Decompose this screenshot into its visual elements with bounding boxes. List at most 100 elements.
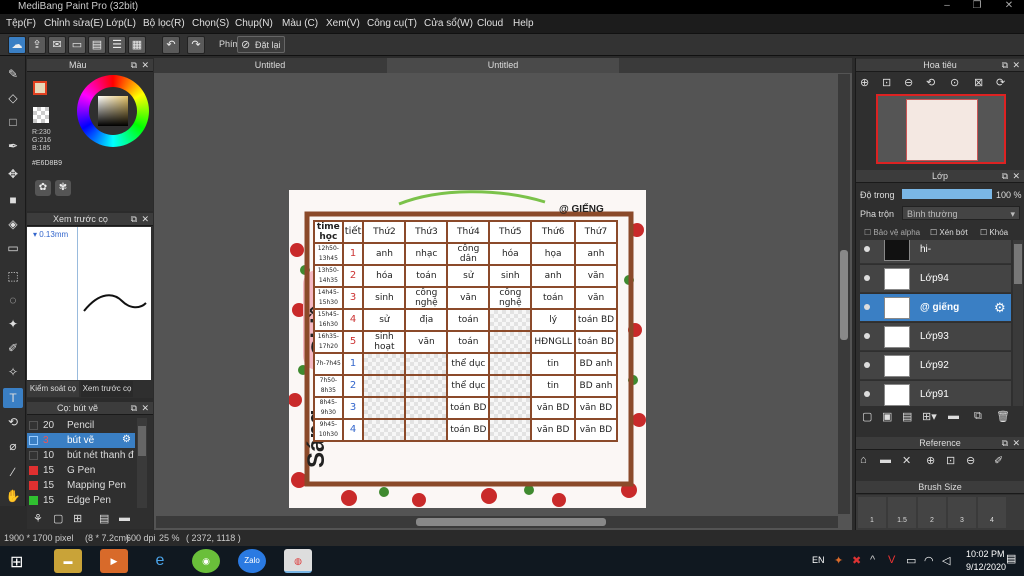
grid-icon[interactable]: ▦ xyxy=(128,36,146,54)
transparent-swatch[interactable] xyxy=(33,107,49,123)
lock-checkbox[interactable]: ☐ Khóa xyxy=(980,228,1008,237)
close-icon[interactable]: ✕ xyxy=(141,402,149,415)
detach-icon[interactable]: ⧉ xyxy=(131,213,137,226)
select-pen-icon[interactable]: ✐ xyxy=(3,338,23,358)
reset-button[interactable]: ⊘ Đặt lại xyxy=(237,36,285,53)
close-reference-icon[interactable]: ✕ xyxy=(902,454,911,467)
tab-brush-preview[interactable]: Xem trước cọ xyxy=(81,381,133,397)
duplicate-layer-icon[interactable]: ⧉ xyxy=(974,410,982,423)
file-explorer-icon[interactable]: ▬ xyxy=(54,549,82,573)
menu-filter[interactable]: Bộ lọc(R) xyxy=(143,18,185,29)
menu-tools[interactable]: Công cụ(T) xyxy=(367,18,417,29)
gradient-tool-icon[interactable]: ▭ xyxy=(3,238,23,258)
magic-wand-icon[interactable]: ✦ xyxy=(3,314,23,334)
eyedropper-icon[interactable]: ⌀ xyxy=(3,436,23,456)
tray-expand-icon[interactable]: ^ xyxy=(870,554,875,566)
brush-size-option[interactable]: 4 xyxy=(978,497,1006,528)
layer-item[interactable]: hi- xyxy=(860,240,1011,264)
zoom-in-icon[interactable]: ⊕ xyxy=(926,454,935,467)
media-player-icon[interactable]: ▶ xyxy=(100,549,128,573)
rotate-left-icon[interactable]: ⟲ xyxy=(926,76,935,89)
layer-item-selected[interactable]: @ giếng ⚙ xyxy=(860,294,1011,322)
close-icon[interactable]: ✕ xyxy=(141,59,149,72)
hscroll-thumb[interactable] xyxy=(416,518,606,526)
medibang-icon[interactable]: ◍ xyxy=(284,549,312,573)
maximize-button[interactable]: ❐ xyxy=(962,0,992,14)
detach-icon[interactable]: ⧉ xyxy=(131,402,137,415)
brush-item[interactable]: 15 G Pen xyxy=(27,463,135,478)
operation-tool-icon[interactable]: ⟲ xyxy=(3,412,23,432)
add-layer-menu-icon[interactable]: ⊞▾ xyxy=(922,410,937,423)
brush-size-option[interactable]: 2 xyxy=(918,497,946,528)
document-canvas[interactable]: @ GIẾNG Chiều Sáng time họctiếtThứ2Thứ3T… xyxy=(289,190,646,508)
protect-alpha-checkbox[interactable]: ☐ Bảo vệ alpha xyxy=(864,228,920,237)
brush-item[interactable]: 10 bút nét thanh đ xyxy=(27,448,135,463)
tab-untitled-2[interactable]: Untitled xyxy=(387,58,619,73)
detach-icon[interactable]: ⧉ xyxy=(1002,437,1008,450)
move-tool-icon[interactable]: ✥ xyxy=(3,164,23,184)
eye-icon[interactable] xyxy=(864,246,870,252)
tray-warning-icon[interactable]: ✖ xyxy=(852,554,861,567)
brush-settings-icon[interactable]: ▤ xyxy=(99,512,109,525)
close-icon[interactable]: ✕ xyxy=(141,213,149,226)
palette-icon[interactable]: ✿ xyxy=(35,180,51,196)
eye-icon[interactable] xyxy=(864,275,870,281)
menu-color[interactable]: Màu (C) xyxy=(282,18,318,29)
windows-start-icon[interactable]: ⊞ xyxy=(10,552,23,572)
menu-select[interactable]: Chọn(S) xyxy=(192,18,229,29)
tray-v-icon[interactable]: V xyxy=(888,554,895,566)
coccoc-browser-icon[interactable]: ◉ xyxy=(192,549,220,573)
scroll-thumb[interactable] xyxy=(138,426,146,456)
minimize-button[interactable]: – xyxy=(932,0,962,14)
blend-select[interactable]: Bình thường ▾ xyxy=(902,206,1020,220)
layer-scrollbar[interactable] xyxy=(1013,240,1023,406)
detach-icon[interactable]: ⧉ xyxy=(1002,170,1008,183)
tab-brush-control[interactable]: Kiểm soát cọ xyxy=(27,381,79,397)
vscroll-thumb[interactable] xyxy=(840,250,848,340)
detach-icon[interactable]: ⧉ xyxy=(131,59,137,72)
canvas-hscroll[interactable] xyxy=(156,516,838,528)
chat-icon[interactable]: ▭ xyxy=(68,36,86,54)
palette-add-icon[interactable]: ✾ xyxy=(55,180,71,196)
close-icon[interactable]: ✕ xyxy=(1012,437,1020,450)
pen-tool-icon[interactable]: ✒ xyxy=(3,136,23,156)
fit-icon[interactable]: ⊡ xyxy=(946,454,955,467)
menu-file[interactable]: Tệp(F) xyxy=(6,18,36,29)
brush-item[interactable]: 15 Mapping Pen xyxy=(27,478,135,493)
menu-view[interactable]: Xem(V) xyxy=(326,18,360,29)
zoom-out-icon[interactable]: ⊖ xyxy=(904,76,913,89)
bucket-tool-icon[interactable]: ◈ xyxy=(3,214,23,234)
menu-window[interactable]: Cửa sổ(W) xyxy=(424,18,473,29)
layer-item[interactable]: Lớp91 xyxy=(860,381,1011,406)
eye-icon[interactable] xyxy=(864,304,870,310)
menu-cloud[interactable]: Cloud xyxy=(477,18,503,29)
wifi-icon[interactable]: ◠ xyxy=(924,554,934,567)
brush-item[interactable]: 20 Pencil xyxy=(27,418,135,433)
rect-fill-tool-icon[interactable]: ■ xyxy=(3,190,23,210)
list-icon[interactable]: ☰ xyxy=(108,36,126,54)
brush-size-option[interactable]: 1 xyxy=(858,497,886,528)
menu-edit[interactable]: Chỉnh sửa(E) xyxy=(44,18,104,29)
redo-icon[interactable]: ↷ xyxy=(187,36,205,54)
select-rect-icon[interactable]: ⬚ xyxy=(3,266,23,286)
shape-tool-icon[interactable]: □ xyxy=(3,112,23,132)
volume-icon[interactable]: ◁ xyxy=(942,554,950,567)
clock-date[interactable]: 9/12/2020 xyxy=(966,562,1006,572)
delete-layer-icon[interactable]: 🗑 xyxy=(996,410,1010,423)
gear-icon[interactable]: ⚙ xyxy=(994,300,1006,316)
brush-tool-icon[interactable]: ⚘ xyxy=(33,512,43,525)
tray-app-icon[interactable]: ✦ xyxy=(834,554,843,567)
detach-icon[interactable]: ⧉ xyxy=(1002,59,1008,72)
open-file-icon[interactable]: ▬ xyxy=(880,454,891,466)
undo-icon[interactable]: ↶ xyxy=(162,36,180,54)
menu-snapshot[interactable]: Chụp(N) xyxy=(235,18,273,29)
menu-help[interactable]: Help xyxy=(513,18,534,29)
reset-view-icon[interactable]: ⊙ xyxy=(950,76,959,89)
brush-size-option[interactable]: 1.5 xyxy=(888,497,916,528)
brush-list-scrollbar[interactable] xyxy=(137,418,147,508)
close-icon[interactable]: ✕ xyxy=(1012,59,1020,72)
saturation-square[interactable] xyxy=(98,96,128,126)
close-icon[interactable]: ✕ xyxy=(1012,170,1020,183)
layer-item[interactable]: Lớp93 xyxy=(860,323,1011,351)
internet-explorer-icon[interactable]: e xyxy=(146,549,174,573)
